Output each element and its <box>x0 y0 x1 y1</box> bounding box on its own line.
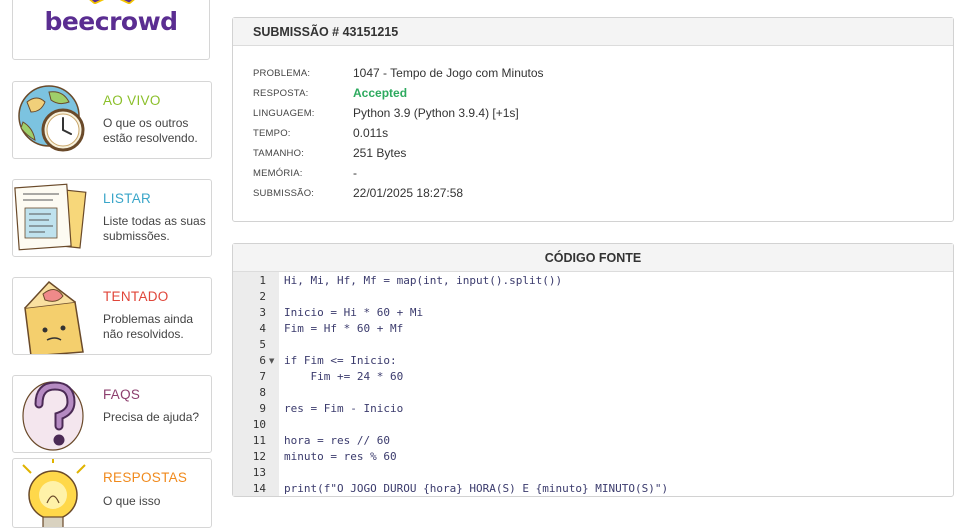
menu-desc: Liste todas as suas submissões. <box>103 214 206 243</box>
code-text: if Fim <= Inicio: <box>284 354 397 367</box>
info-row-linguagem: LINGUAGEM: Python 3.9 (Python 3.9.4) [+1… <box>253 104 933 124</box>
line-number: 13 <box>252 466 266 479</box>
logo-card[interactable]: beecrowd <box>12 0 210 60</box>
code-line: 10 <box>233 417 953 433</box>
line-number: 6 <box>259 354 266 367</box>
status-badge: Accepted <box>353 86 408 100</box>
info-value: Python 3.9 (Python 3.9.4) [+1s] <box>353 106 519 120</box>
info-value: 251 Bytes <box>353 146 407 160</box>
submission-title: SUBMISSÃO # 43151215 <box>233 18 953 46</box>
globe-clock-icon <box>18 85 85 152</box>
crumpled-box-icon <box>24 280 84 354</box>
problem-link[interactable]: 1047 - Tempo de Jogo com Minutos <box>353 66 544 80</box>
code-text: Hi, Mi, Hf, Mf = map(int, input().split(… <box>284 274 563 287</box>
line-number: 4 <box>259 322 266 335</box>
info-value: 0.011s <box>353 126 389 140</box>
menu-card-respostas[interactable]: RESPOSTAS O que isso <box>12 458 212 528</box>
info-row-tempo: TEMPO: 0.011s <box>253 124 933 144</box>
info-label: LINGUAGEM: <box>253 108 315 119</box>
submission-panel: SUBMISSÃO # 43151215 PROBLEMA: 1047 - Te… <box>232 17 954 222</box>
line-number: 1 <box>259 274 266 287</box>
code-text: hora = res // 60 <box>284 434 390 447</box>
beecrowd-logo-icon <box>89 0 135 4</box>
source-code-title: CÓDIGO FONTE <box>233 244 953 272</box>
code-line: 13 <box>233 465 953 481</box>
menu-title: TENTADO <box>103 289 169 304</box>
menu-desc: Precisa de ajuda? <box>103 410 200 424</box>
code-text: Fim += 24 * 60 <box>284 370 404 383</box>
code-text: print(f"O JOGO DUROU {hora} HORA(S) E {m… <box>284 482 669 495</box>
code-text: res = Fim - Inicio <box>284 402 404 415</box>
code-line: 3 Inicio = Hi * 60 + Mi <box>233 305 953 321</box>
info-label: TEMPO: <box>253 128 291 139</box>
info-value: - <box>353 166 357 180</box>
line-number: 5 <box>259 338 266 351</box>
code-line: 2 <box>233 289 953 305</box>
menu-card-faqs[interactable]: FAQS Precisa de ajuda? <box>12 375 212 453</box>
code-line: 7 Fim += 24 * 60 <box>233 369 953 385</box>
menu-card-listar[interactable]: LISTAR Liste todas as suas submissões. <box>12 179 212 257</box>
line-number: 9 <box>259 402 266 415</box>
line-number: 2 <box>259 290 266 303</box>
line-number: 10 <box>252 418 266 431</box>
info-value: 22/01/2025 18:27:58 <box>353 186 464 200</box>
info-row-submissao: SUBMISSÃO: 22/01/2025 18:27:58 <box>253 184 933 204</box>
info-row-memoria: MEMÓRIA: - <box>253 164 933 184</box>
code-line: 5 <box>233 337 953 353</box>
code-line: 14 print(f"O JOGO DUROU {hora} HORA(S) E… <box>233 481 953 497</box>
menu-desc: O que isso <box>103 494 161 508</box>
info-label: MEMÓRIA: <box>253 168 303 179</box>
code-line: 11 hora = res // 60 <box>233 433 953 449</box>
fold-arrow-icon[interactable]: ▼ <box>269 353 274 369</box>
line-number: 12 <box>252 450 266 463</box>
source-code-panel: CÓDIGO FONTE 1 Hi, Mi, Hf, Mf = map(int,… <box>232 243 954 497</box>
logo-text: beecrowd <box>44 7 178 36</box>
code-line: 4 Fim = Hf * 60 + Mf <box>233 321 953 337</box>
info-label: TAMANHO: <box>253 148 305 159</box>
info-label: RESPOSTA: <box>253 88 309 99</box>
line-number: 14 <box>252 482 266 495</box>
info-row-problema: PROBLEMA: 1047 - Tempo de Jogo com Minut… <box>253 64 933 84</box>
line-number: 11 <box>252 434 266 447</box>
info-label: SUBMISSÃO: <box>253 188 315 199</box>
question-mark-icon <box>22 381 84 451</box>
menu-desc: O que os outros estão resolvendo. <box>103 116 198 145</box>
line-number: 7 <box>259 370 266 383</box>
menu-card-ao-vivo[interactable]: AO VIVO O que os outros estão resolvendo… <box>12 81 212 159</box>
code-line: 6 ▼ if Fim <= Inicio: <box>233 353 953 369</box>
info-label: PROBLEMA: <box>253 68 311 79</box>
documents-icon <box>14 183 87 251</box>
menu-title: FAQS <box>103 387 141 402</box>
menu-title: LISTAR <box>103 191 152 206</box>
code-text: Inicio = Hi * 60 + Mi <box>284 306 424 319</box>
code-line: 8 <box>233 385 953 401</box>
code-line: 9 res = Fim - Inicio <box>233 401 953 417</box>
code-line: 1 Hi, Mi, Hf, Mf = map(int, input().spli… <box>233 273 953 289</box>
code-line: 12 minuto = res % 60 <box>233 449 953 465</box>
menu-desc: Problemas ainda não resolvidos. <box>103 312 194 341</box>
info-row-tamanho: TAMANHO: 251 Bytes <box>253 144 933 164</box>
menu-title: AO VIVO <box>103 93 161 108</box>
menu-title: RESPOSTAS <box>103 470 188 485</box>
code-text: Fim = Hf * 60 + Mf <box>284 322 404 335</box>
code-editor[interactable]: 1 Hi, Mi, Hf, Mf = map(int, input().spli… <box>233 272 953 496</box>
lightbulb-icon <box>22 459 86 527</box>
line-number: 8 <box>259 386 266 399</box>
menu-card-tentado[interactable]: TENTADO Problemas ainda não resolvidos. <box>12 277 212 355</box>
info-row-resposta: RESPOSTA: Accepted <box>253 84 933 104</box>
code-text: minuto = res % 60 <box>284 450 397 463</box>
line-number: 3 <box>259 306 266 319</box>
